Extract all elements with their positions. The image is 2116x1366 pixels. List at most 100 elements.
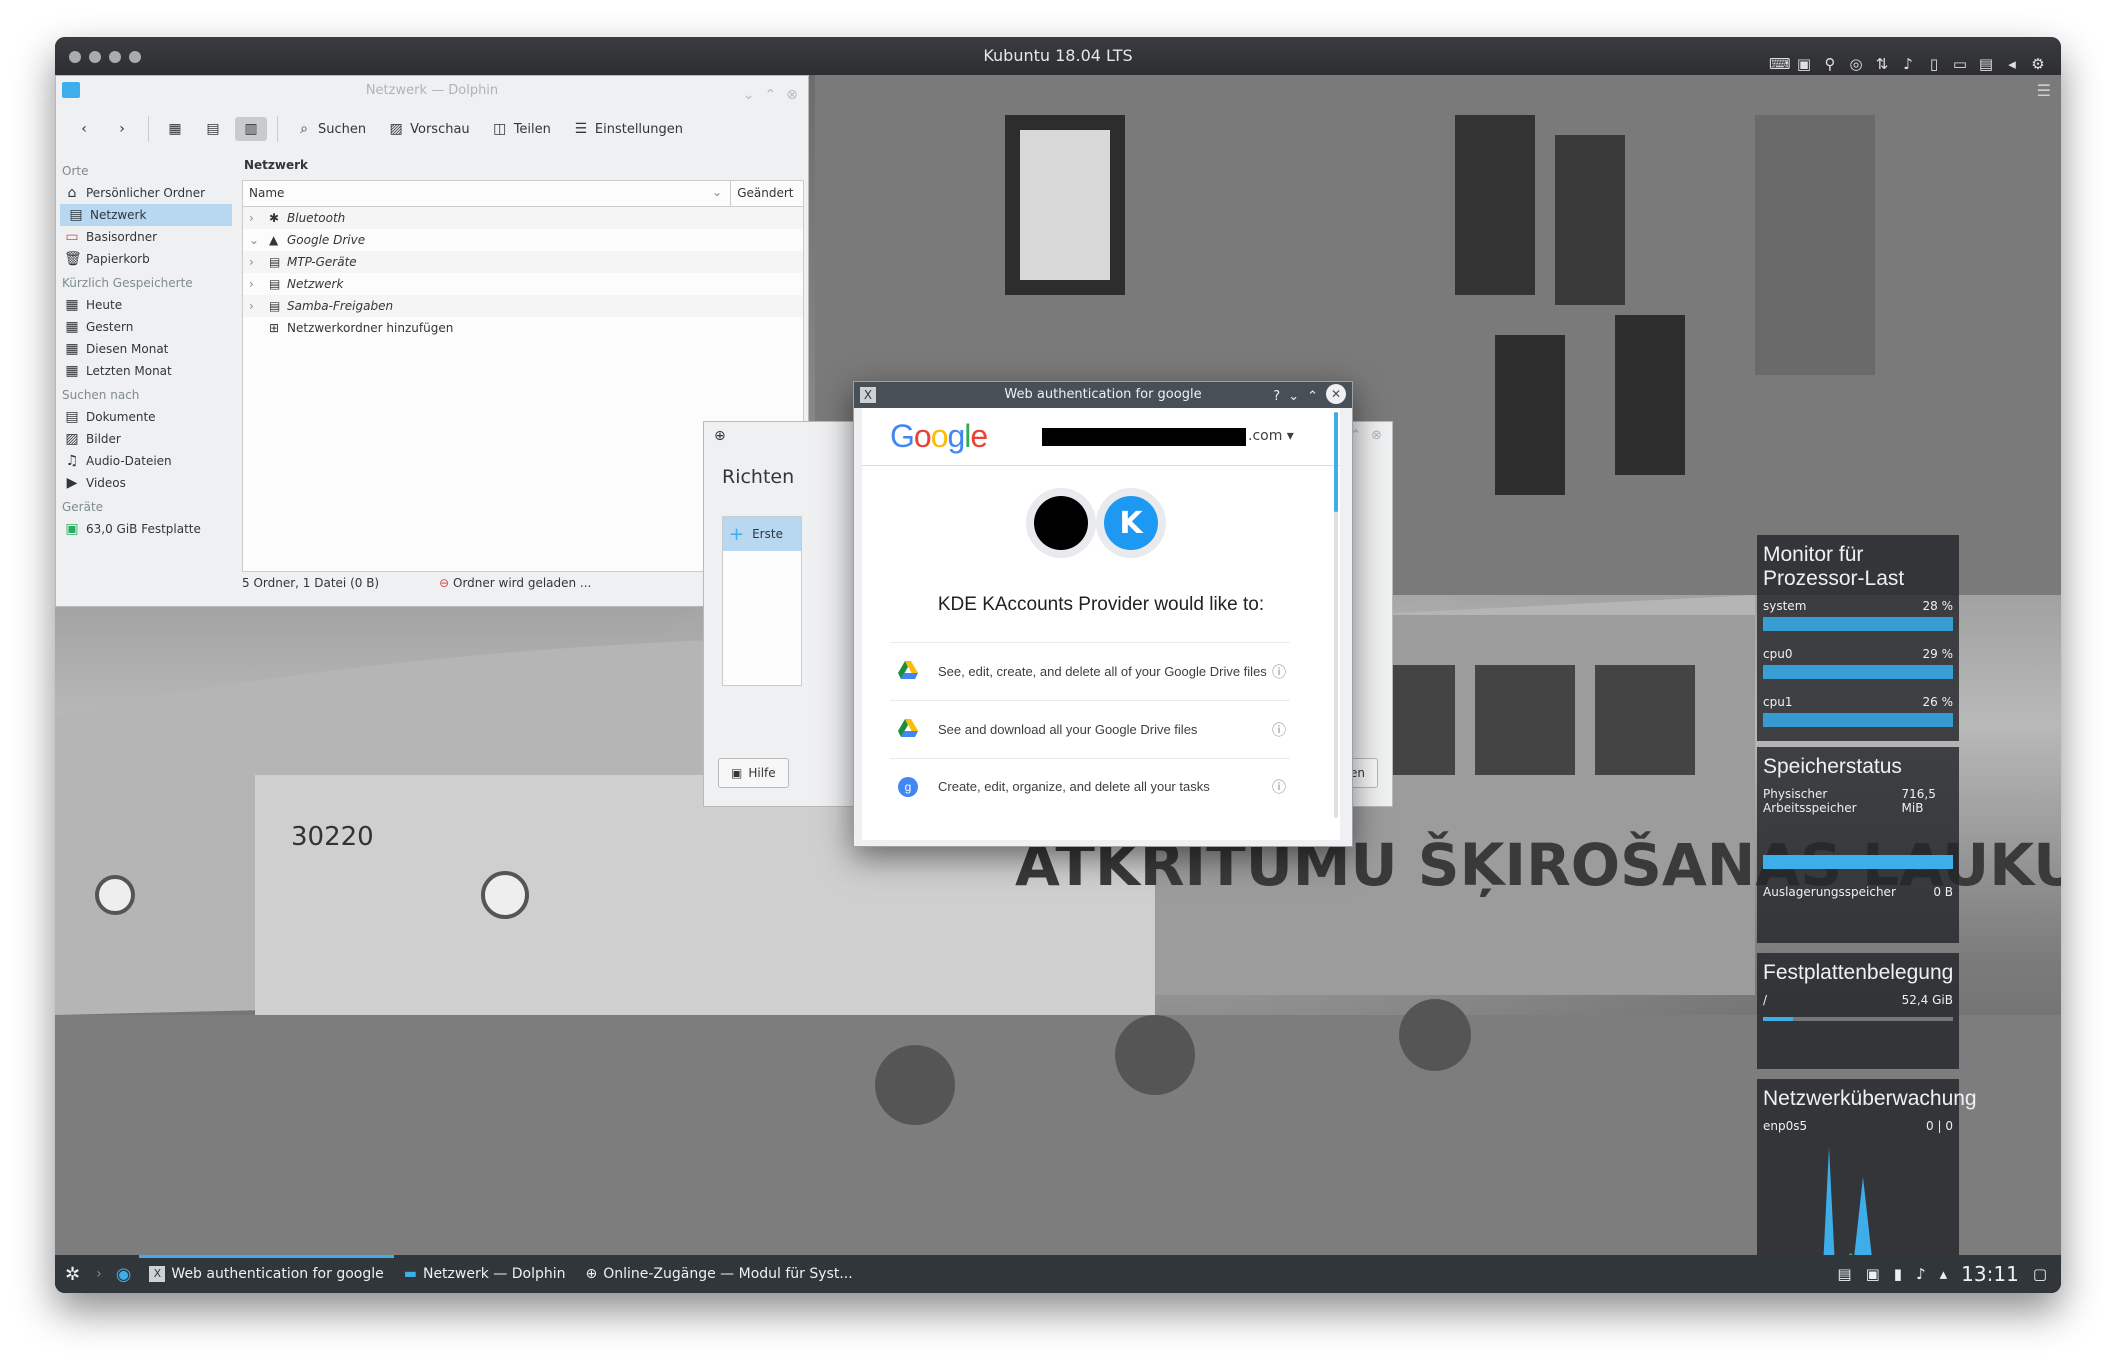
trash-icon: 🗑 — [64, 251, 82, 267]
x-app-icon: X — [860, 387, 876, 403]
place-label: Audio-Dateien — [86, 454, 172, 468]
info-icon[interactable]: ⓘ — [1268, 720, 1290, 740]
expand-icon[interactable]: › — [249, 211, 269, 225]
kde-launcher-icon[interactable]: ✲ — [55, 1264, 90, 1285]
search-videos[interactable]: ▶ Videos — [56, 472, 240, 494]
recent-today[interactable]: ▦ Heute — [56, 294, 240, 316]
expand-icon[interactable]: › — [249, 277, 269, 291]
show-desktop-icon[interactable]: ▢ — [2033, 1265, 2047, 1283]
swap-value: 0 B — [1933, 885, 1953, 899]
task-auth-window[interactable]: X Web authentication for google — [139, 1255, 395, 1293]
places-panel: Orte ⌂ Persönlicher Ordner ▤ Netzwerk ▭ Bas… — [56, 152, 240, 572]
settings-button[interactable]: ☰ Einstellungen — [565, 117, 691, 141]
expand-icon[interactable]: › — [249, 255, 269, 269]
details-icon: ▥ — [244, 121, 258, 137]
info-icon[interactable]: ⓘ — [1268, 777, 1290, 797]
samba-icon: ▤ — [269, 299, 281, 313]
scrollbar-thumb[interactable] — [1334, 412, 1338, 512]
icons-view-button[interactable]: ▦ — [159, 117, 191, 141]
search-button[interactable]: ⌕ Suchen — [288, 117, 374, 141]
recent-yesterday[interactable]: ▦ Gestern — [56, 316, 240, 338]
cpu-row: cpu0 29 % — [1763, 647, 1953, 679]
chevron-up-icon[interactable]: ⌃ — [1307, 384, 1318, 410]
file-name: Samba-Freigaben — [287, 299, 394, 313]
image-icon: ▨ — [65, 431, 79, 447]
network-icon: ▤ — [269, 277, 281, 291]
dialog-title-left: Richten — [722, 466, 795, 488]
vm-titlebar: Kubuntu 18.04 LTS ⌨ ▣ ⚲ ◎ ⇅ ♪ ▯ ▭ ▤ ◂ ⚙ — [55, 37, 2061, 75]
expand-tray-icon[interactable]: ▴ — [1940, 1265, 1948, 1283]
place-trash[interactable]: 🗑 Papierkorb — [56, 248, 240, 270]
dot-icon[interactable] — [109, 51, 121, 63]
network-icon: ▤ — [69, 207, 83, 223]
disk-bar-fill — [1763, 1017, 1794, 1021]
clock[interactable]: 13:11 — [1961, 1262, 2019, 1286]
svg-text:30220: 30220 — [291, 822, 374, 852]
chevron-up-icon[interactable]: ⌃ — [765, 80, 777, 110]
table-row[interactable]: ⊞ Netzwerkordner hinzufügen — [243, 317, 803, 339]
help-icon: ▣ — [731, 766, 743, 780]
details-view-button[interactable]: ▥ — [235, 117, 267, 141]
chevron-down-icon[interactable]: ⌄ — [1288, 384, 1299, 410]
lock-icon[interactable]: ▮ — [1894, 1265, 1902, 1283]
help-button[interactable]: ▣ Hilfe — [718, 758, 789, 788]
cpu-label: system — [1763, 599, 1807, 613]
net-value: 0 | 0 — [1926, 1119, 1953, 1133]
dolphin-body: Orte ⌂ Persönlicher Ordner ▤ Netzwerk ▭ Bas… — [56, 152, 810, 572]
volume-icon[interactable]: ♪ — [1916, 1265, 1926, 1283]
place-home[interactable]: ⌂ Persönlicher Ordner — [56, 182, 240, 204]
google-tasks-icon: g — [898, 777, 938, 797]
close-icon[interactable]: ✕ — [1326, 384, 1346, 404]
auth-content: Google .com ▾ K KDE KAccounts Provider w… — [862, 408, 1340, 840]
terminal-icon[interactable]: › — [90, 1266, 108, 1282]
column-modified[interactable]: Geändert — [731, 181, 803, 206]
recent-header: Kürzlich Gespeicherte — [62, 276, 193, 290]
recent-this-month[interactable]: ▦ Diesen Monat — [56, 338, 240, 360]
close-icon[interactable]: ⊗ — [786, 80, 798, 110]
table-row[interactable]: › ▤ Samba-Freigaben — [243, 295, 803, 317]
harddisk-icon: ▣ — [65, 521, 79, 537]
forward-button[interactable]: › — [106, 117, 138, 141]
clipboard-icon[interactable]: ▤ — [1837, 1265, 1851, 1283]
account-selector[interactable]: .com ▾ — [1248, 428, 1294, 444]
table-row[interactable]: › ✱ Bluetooth — [243, 207, 803, 229]
search-audio[interactable]: ♫ Audio-Dateien — [56, 450, 240, 472]
device-harddisk[interactable]: ▣ 63,0 GiB Festplatte — [56, 518, 240, 540]
table-row[interactable]: › ▤ MTP-Geräte — [243, 251, 803, 273]
recent-last-month[interactable]: ▦ Letzten Monat — [56, 360, 240, 382]
dolphin-titlebar: Netzwerk — Dolphin ⌄ ⌃ ⊗ — [56, 76, 808, 106]
expand-icon[interactable]: › — [249, 299, 269, 313]
collapse-icon[interactable]: ⌄ — [249, 233, 269, 247]
help-icon[interactable]: ? — [1273, 384, 1280, 410]
task-online-accounts[interactable]: ⊕ Online-Zugänge — Modul für Syst... — [575, 1255, 862, 1293]
folder-icon: ▬ — [403, 1266, 417, 1282]
status-bar: 5 Ordner, 1 Datei (0 B) ⊖ Ordner wird ge… — [242, 576, 591, 590]
preview-button[interactable]: ▨ Vorschau — [380, 117, 478, 141]
table-row[interactable]: ⌄ ▲ Google Drive — [243, 229, 803, 251]
column-name[interactable]: Name ⌄ — [243, 181, 732, 206]
search-images[interactable]: ▨ Bilder — [56, 428, 240, 450]
dot-icon[interactable] — [89, 51, 101, 63]
video-icon: ▶ — [66, 475, 78, 491]
cpu-bar-fill — [1763, 713, 1953, 727]
share-button[interactable]: ◫ Teilen — [484, 117, 559, 141]
chevron-down-icon[interactable]: ⌄ — [743, 80, 755, 110]
places-header: Orte — [62, 164, 89, 178]
compact-view-button[interactable]: ▤ — [197, 117, 229, 141]
back-button[interactable]: ‹ — [68, 117, 100, 141]
network-icon[interactable]: ▣ — [1866, 1265, 1880, 1283]
dot-icon[interactable] — [69, 51, 81, 63]
list-item[interactable]: + Erste — [723, 517, 801, 551]
search-documents[interactable]: ▤ Dokumente — [56, 406, 240, 428]
auth-scrollbar[interactable] — [1334, 412, 1338, 818]
table-row[interactable]: › ▤ Netzwerk — [243, 273, 803, 295]
place-root[interactable]: ▭ Basisordner — [56, 226, 240, 248]
browser-icon[interactable]: ◉ — [108, 1264, 140, 1285]
info-icon[interactable]: ⓘ — [1268, 662, 1290, 682]
compact-icon: ▤ — [206, 121, 220, 137]
close-icon[interactable]: ⊗ — [1371, 428, 1382, 443]
dot-icon[interactable] — [129, 51, 141, 63]
place-network[interactable]: ▤ Netzwerk — [60, 204, 232, 226]
menu-icon[interactable]: ☰ — [2037, 81, 2051, 100]
task-dolphin[interactable]: ▬ Netzwerk — Dolphin — [394, 1255, 576, 1293]
